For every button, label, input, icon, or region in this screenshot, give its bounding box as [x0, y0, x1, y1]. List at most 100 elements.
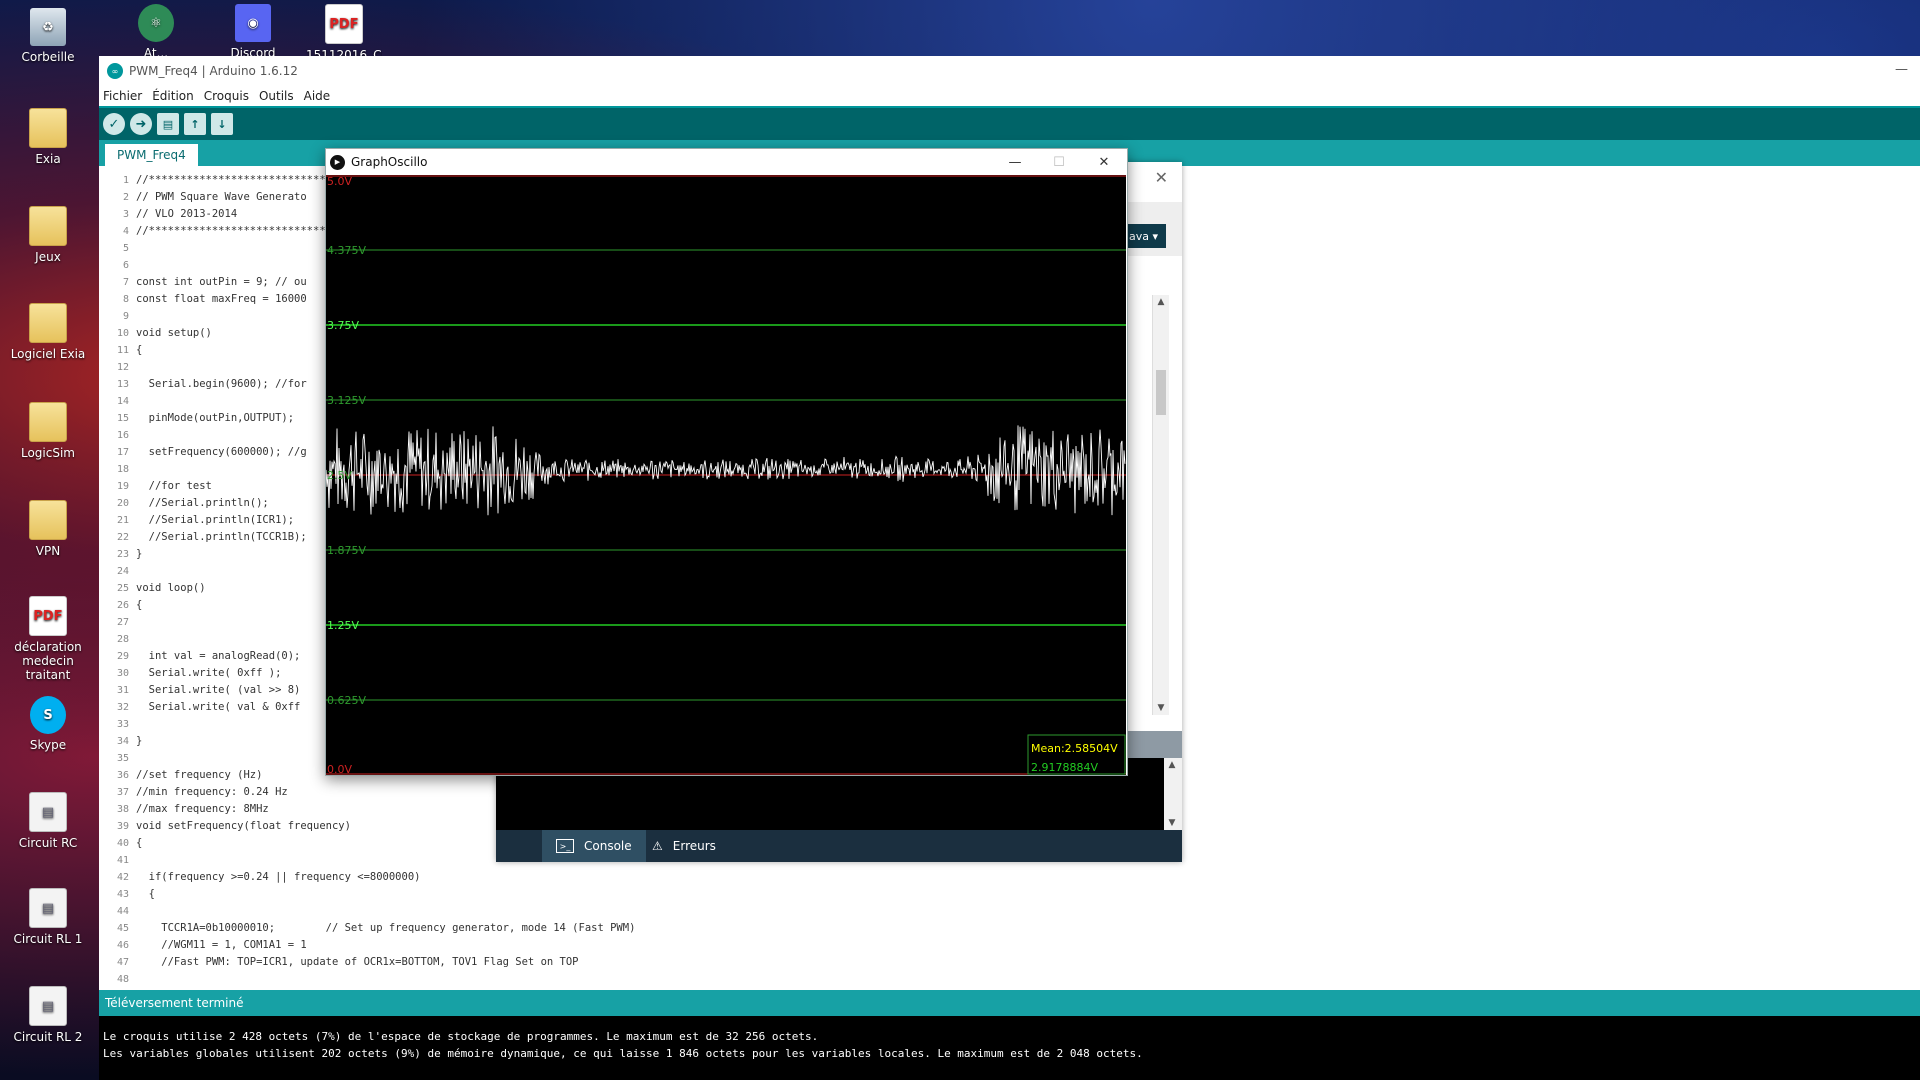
y-tick-label: 1.875V: [327, 544, 366, 557]
desktop-icon[interactable]: PDF déclaration medecin traitant: [0, 596, 96, 682]
desktop-icon-label: Circuit RC: [18, 836, 78, 850]
upload-button[interactable]: ➜: [130, 113, 152, 135]
oscillo-plot: 5.0V 4.375V 3.75V 3.125V 2.5V 1.875V 1.25V 0.62…: [326, 175, 1126, 775]
tab-erreurs[interactable]: ⚠ Erreurs: [638, 830, 730, 862]
scroll-down-icon[interactable]: ▼: [1153, 703, 1169, 713]
tab-sketch[interactable]: PWM_Freq4: [105, 144, 198, 166]
desktop-icon[interactable]: Exia: [0, 108, 96, 166]
menu-outils[interactable]: Outils: [259, 89, 294, 103]
oscilloscope-chart: 5.0V 4.375V 3.75V 3.125V 2.5V 1.875V 1.25V 0.62…: [326, 175, 1126, 775]
line-numbers: 1 2 3 4 5 6 7 8 9 10 11 12 13 14 15 16 17 18 19 20 21 22 23 24 2…: [99, 172, 129, 990]
line-number: 36: [116, 770, 129, 781]
scroll-up-icon[interactable]: ▲: [1164, 760, 1180, 770]
line-number: 4: [122, 226, 129, 237]
minimize-button[interactable]: —: [993, 149, 1037, 175]
menubar: Fichier Édition Croquis Outils Aide: [99, 86, 1920, 106]
desktop-icon[interactable]: S Skype: [0, 696, 96, 752]
line-number: 9: [122, 311, 129, 322]
desktop-icon-label: Skype: [29, 738, 67, 752]
line-number: 6: [122, 260, 129, 271]
line-number: 32: [116, 702, 129, 713]
line-number: 25: [116, 583, 129, 594]
line-number: 1: [122, 175, 129, 186]
code-line[interactable]: if(frequency >=0.24 || frequency <=80000…: [136, 869, 635, 886]
desktop-icon[interactable]: ▤ Circuit RC: [0, 792, 96, 850]
line-number: 40: [116, 838, 129, 849]
desktop-icon[interactable]: LogicSim: [0, 402, 96, 460]
skype-icon: S: [30, 696, 66, 734]
oscillo-titlebar: ▶ GraphOscillo — ☐ ✕: [326, 149, 1127, 175]
atom-icon: ⚛: [138, 4, 174, 42]
folder-icon: [29, 206, 67, 246]
line-number: 46: [116, 940, 129, 951]
folder-icon: [29, 303, 67, 343]
desktop-icon[interactable]: VPN: [0, 500, 96, 558]
tab-console[interactable]: >_ Console: [542, 830, 646, 862]
line-number: 16: [116, 430, 129, 441]
code-line[interactable]: TCCR1A=0b10000010; // Set up frequency g…: [136, 920, 635, 937]
save-button[interactable]: ↓: [211, 113, 233, 135]
line-number: 42: [116, 872, 129, 883]
line-number: 22: [116, 532, 129, 543]
console-line: Le croquis utilise 2 428 octets (7%) de …: [103, 1030, 819, 1043]
line-number: 11: [116, 345, 129, 356]
code-line[interactable]: [136, 971, 635, 988]
warning-icon: ⚠: [652, 839, 663, 853]
line-number: 7: [122, 277, 129, 288]
desktop-icon-label: Jeux: [35, 250, 61, 264]
y-tick-label: 3.75V: [327, 319, 359, 332]
line-number: 24: [116, 566, 129, 577]
line-number: 23: [116, 549, 129, 560]
line-number: 17: [116, 447, 129, 458]
desktop-icon[interactable]: PDF15112016_COM...: [306, 4, 382, 58]
code-line[interactable]: {: [136, 886, 635, 903]
desktop-icon-label: Circuit RL 1: [13, 932, 83, 946]
menu-fichier[interactable]: Fichier: [103, 89, 142, 103]
desktop-icon[interactable]: ◉ Discord: [215, 4, 291, 56]
output-scrollbar[interactable]: ▲ ▼: [1164, 758, 1182, 830]
desktop-icon[interactable]: Jeux: [0, 206, 96, 264]
menu-croquis[interactable]: Croquis: [204, 89, 249, 103]
close-button[interactable]: ✕: [1082, 149, 1126, 175]
desktop-icon[interactable]: ▤ Circuit RL 2: [0, 986, 96, 1044]
desktop-icon[interactable]: ♻ Corbeille: [0, 8, 96, 64]
line-number: 45: [116, 923, 129, 934]
code-line[interactable]: [136, 903, 635, 920]
line-number: 21: [116, 515, 129, 526]
line-number: 14: [116, 396, 129, 407]
desktop-icon[interactable]: ⚛ At...: [118, 4, 194, 56]
close-icon[interactable]: ✕: [1155, 168, 1168, 187]
line-number: 41: [116, 855, 129, 866]
minimize-icon[interactable]: —: [1895, 62, 1908, 77]
code-line[interactable]: //WGM11 = 1, COM1A1 = 1: [136, 937, 635, 954]
menu-edition[interactable]: Édition: [152, 89, 194, 103]
monitor-scrollbar[interactable]: ▲ ▼: [1152, 295, 1169, 715]
line-number: 27: [116, 617, 129, 628]
document-icon: ▤: [29, 792, 67, 832]
desktop-icon-label: VPN: [35, 544, 61, 558]
desktop-icon[interactable]: Logiciel Exia: [0, 303, 96, 361]
maximize-button[interactable]: ☐: [1037, 149, 1081, 175]
y-tick-label: 0.0V: [327, 763, 352, 775]
scroll-down-icon[interactable]: ▼: [1164, 818, 1180, 828]
code-line[interactable]: //Fast PWM: TOP=ICR1, update of OCR1x=BO…: [136, 954, 635, 971]
value-readout: 2.9178884V: [1031, 761, 1098, 774]
document-icon: ▤: [29, 986, 67, 1026]
scroll-thumb[interactable]: [1156, 370, 1166, 415]
desktop-icon-label: Discord: [230, 46, 276, 56]
scroll-up-icon[interactable]: ▲: [1153, 297, 1169, 307]
line-number: 28: [116, 634, 129, 645]
y-tick-label: 5.0V: [327, 175, 352, 188]
desktop-icon[interactable]: ▤ Circuit RL 1: [0, 888, 96, 946]
y-tick-label: 4.375V: [327, 244, 366, 257]
line-number: 48: [116, 974, 129, 985]
discord-icon: ◉: [235, 4, 271, 42]
window-title: PWM_Freq4 | Arduino 1.6.12: [129, 64, 298, 78]
line-number: 12: [116, 362, 129, 373]
line-number: 26: [116, 600, 129, 611]
verify-button[interactable]: ✓: [103, 113, 125, 135]
new-button[interactable]: ▤: [157, 113, 179, 135]
menu-aide[interactable]: Aide: [304, 89, 331, 103]
line-number: 38: [116, 804, 129, 815]
open-button[interactable]: ↑: [184, 113, 206, 135]
